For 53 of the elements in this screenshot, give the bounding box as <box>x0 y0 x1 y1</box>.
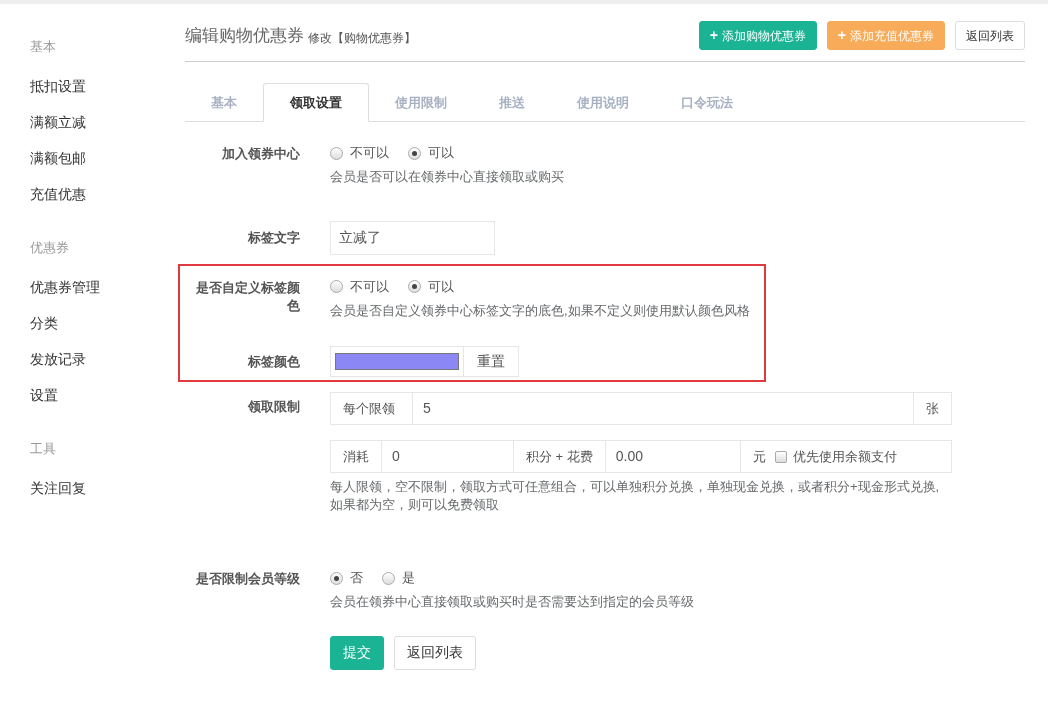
radio-button[interactable] <box>382 571 395 585</box>
field-label: 是否限制会员等级 <box>196 571 300 586</box>
field-label: 是否自定义标签颜色 <box>196 279 300 313</box>
input-addon: 张 <box>913 392 952 425</box>
help-text: 会员在领券中心直接领取或购买时是否需要达到指定的会员等级 <box>330 593 695 611</box>
input-field[interactable]: 立减了 <box>330 220 495 255</box>
header-button[interactable]: 返回列表 <box>955 21 1025 50</box>
plus-icon: + <box>837 25 846 46</box>
help-text: 会员是否自定义领券中心标签文字的底色,如果不定义则使用默认颜色风格 <box>330 301 751 320</box>
sidebar-item[interactable]: 关注回复 <box>30 470 86 506</box>
input-addon: 积分 + 花费 <box>513 440 606 473</box>
sidebar-item[interactable]: 优惠券管理 <box>30 269 100 305</box>
radio-label: 可以 <box>428 277 454 296</box>
sidebar-heading: 基本 <box>30 38 57 56</box>
sidebar-item[interactable]: 满额包邮 <box>30 140 86 176</box>
field-label: 加入领券中心 <box>222 146 300 161</box>
field-label: 标签文字 <box>248 229 300 245</box>
input-field[interactable]: 5 <box>412 392 914 425</box>
checkbox-label: 优先使用余额支付 <box>792 447 897 466</box>
sidebar-item[interactable]: 充值优惠 <box>30 176 86 212</box>
sidebar-item[interactable]: 设置 <box>30 377 58 413</box>
input-field[interactable]: 0.00 <box>604 440 741 473</box>
plus-icon: + <box>709 25 718 46</box>
radio-button[interactable] <box>330 571 343 585</box>
help-text: 每人限领，空不限制，领取方式可任意组合，可以单独积分兑换，单独现金兑换，或者积分+现金形式兑换,如果都为空，则可以免费领取 <box>330 478 941 514</box>
radio-label: 可以 <box>428 144 454 163</box>
page-subtitle: 修改【购物优惠券】 <box>308 29 416 47</box>
radio-button[interactable] <box>330 146 343 160</box>
input-addon: 消耗 <box>330 440 382 473</box>
radio-label: 否 <box>350 569 363 588</box>
radio-button[interactable] <box>330 280 343 293</box>
help-text: 会员是否可以在领券中心直接领取或购买 <box>330 168 565 186</box>
checkbox[interactable] <box>774 450 787 463</box>
tab[interactable]: 领取设置 <box>263 83 369 122</box>
sidebar-heading: 优惠券 <box>30 239 70 257</box>
unit-label: 元 <box>752 447 766 466</box>
sidebar-item[interactable]: 发放记录 <box>30 341 86 377</box>
page-title: 编辑购物优惠券 <box>185 24 304 47</box>
sidebar-item[interactable]: 满额立减 <box>30 104 86 140</box>
reset-button[interactable]: 重置 <box>463 346 519 377</box>
field-label: 标签颜色 <box>248 354 300 369</box>
form-button[interactable]: 返回列表 <box>394 635 476 670</box>
sidebar-heading: 工具 <box>30 440 57 458</box>
radio-button[interactable] <box>408 280 421 293</box>
radio-label: 是 <box>402 569 415 588</box>
radio-label: 不可以 <box>350 277 389 296</box>
input-addon: 每个限领 <box>330 392 413 425</box>
radio-label: 不可以 <box>350 144 389 163</box>
sidebar-item[interactable]: 分类 <box>30 305 58 341</box>
color-swatch[interactable] <box>335 353 459 370</box>
sidebar-item[interactable]: 抵扣设置 <box>30 68 86 104</box>
radio-button[interactable] <box>408 146 421 160</box>
field-label: 领取限制 <box>248 399 300 414</box>
